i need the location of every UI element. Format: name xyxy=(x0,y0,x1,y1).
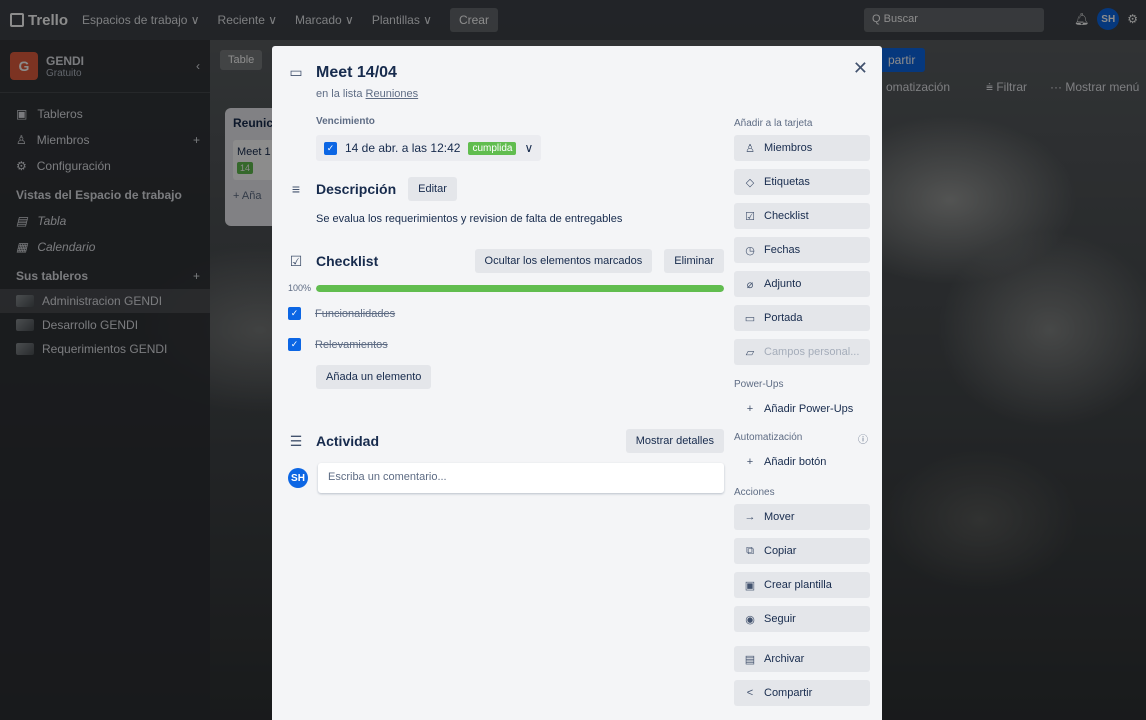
card-detail-modal: ✕ ▭ Meet 14/04 en la lista Reuniones Ven… xyxy=(272,46,882,720)
button-label: Mover xyxy=(764,511,795,523)
checklist-item-label[interactable]: Funcionalidades xyxy=(315,308,395,320)
info-icon[interactable]: ⓘ xyxy=(858,431,868,446)
due-date-control[interactable]: ✓ 14 de abr. a las 12:42 cumplida ∨ xyxy=(316,135,542,161)
powerups-label: Power-Ups xyxy=(734,379,784,390)
comment-input[interactable]: Escriba un comentario... xyxy=(318,463,724,493)
automation-title: Automatización xyxy=(734,432,803,443)
button-label: Portada xyxy=(764,312,803,324)
progress-percent: 100% xyxy=(288,283,312,293)
activity-section: ☰ Actividad Mostrar detalles xyxy=(288,429,724,453)
card-list-info: en la lista Reuniones xyxy=(316,88,418,100)
checkbox-checked[interactable]: ✓ xyxy=(288,338,301,351)
archive-icon: ▤ xyxy=(744,653,756,666)
description-text[interactable]: Se evalua los requerimientos y revision … xyxy=(316,213,724,225)
paperclip-icon: ⌀ xyxy=(746,278,754,291)
fields-icon: ▱ xyxy=(745,346,755,359)
card-title[interactable]: Meet 14/04 xyxy=(316,64,418,82)
button-label: Añadir botón xyxy=(764,456,827,468)
checklist-button[interactable]: ☑ Checklist xyxy=(734,203,870,229)
checklist-icon: ☑ xyxy=(745,210,755,223)
button-label: Adjunto xyxy=(764,278,802,290)
actions-label: Acciones xyxy=(734,487,775,498)
comment-row: SH Escriba un comentario... xyxy=(288,463,724,493)
show-details-button[interactable]: Mostrar detalles xyxy=(625,429,724,453)
card-icon: ▭ xyxy=(289,63,303,80)
make-template-button[interactable]: ▣ Crear plantilla xyxy=(734,572,870,598)
arrow-right-icon: → xyxy=(744,511,756,523)
dates-button[interactable]: ◷ Fechas xyxy=(734,237,870,263)
card-side-column: Añadir a la tarjeta ♙ Miembros ◇ Etiquetas… xyxy=(734,112,870,714)
members-button[interactable]: ♙ Miembros xyxy=(734,135,870,161)
template-icon: ▣ xyxy=(744,579,756,592)
close-icon[interactable]: ✕ xyxy=(853,58,868,79)
attachment-button[interactable]: ⌀ Adjunto xyxy=(734,271,870,297)
due-complete-checkbox[interactable]: ✓ xyxy=(324,141,337,155)
description-title: Descripción xyxy=(316,181,397,197)
button-label: Fechas xyxy=(764,244,801,256)
button-label: Añadir Power-Ups xyxy=(764,403,854,415)
plus-icon: + xyxy=(746,403,754,415)
button-label: Etiquetas xyxy=(764,176,810,188)
due-status-badge: cumplida xyxy=(468,141,517,155)
card-main-column: Vencimiento ✓ 14 de abr. a las 12:42 cum… xyxy=(288,116,724,493)
comment-avatar: SH xyxy=(288,468,308,488)
progress-track xyxy=(316,284,724,292)
list-prefix: en la lista xyxy=(316,88,363,100)
button-label: Campos personal... xyxy=(764,346,860,358)
checklist-item[interactable]: ✓ Relevamientos xyxy=(288,338,724,351)
plus-icon: + xyxy=(746,456,754,468)
button-label: Seguir xyxy=(764,613,796,625)
activity-icon: ☰ xyxy=(289,432,303,449)
list-link[interactable]: Reuniones xyxy=(366,88,419,100)
automation-label: Automatización ⓘ xyxy=(734,431,870,446)
checklist-icon: ☑ xyxy=(289,252,303,269)
tag-icon: ◇ xyxy=(745,176,755,189)
button-label: Miembros xyxy=(764,142,813,154)
card-header: ▭ Meet 14/04 en la lista Reuniones xyxy=(288,63,418,101)
archive-button[interactable]: ▤ Archivar xyxy=(734,646,870,672)
cover-button[interactable]: ▭ Portada xyxy=(734,305,870,331)
button-label: Archivar xyxy=(764,653,805,665)
checklist-section: ☑ Checklist Ocultar los elementos marcad… xyxy=(288,249,724,273)
labels-button[interactable]: ◇ Etiquetas xyxy=(734,169,870,195)
checklist-item-label[interactable]: Relevamientos xyxy=(315,339,388,351)
watch-button[interactable]: ◉ Seguir xyxy=(734,606,870,632)
button-label: Crear plantilla xyxy=(764,579,832,591)
add-button-button[interactable]: + Añadir botón xyxy=(734,449,870,475)
copy-button[interactable]: ⧉ Copiar xyxy=(734,538,870,564)
chevron-down-icon: ∨ xyxy=(524,141,534,155)
checkbox-checked[interactable]: ✓ xyxy=(288,307,301,320)
checklist-progress: 100% xyxy=(288,283,724,293)
eye-icon: ◉ xyxy=(745,613,755,626)
due-date-label: Vencimiento xyxy=(316,116,375,127)
button-label: Checklist xyxy=(764,210,809,222)
share-card-button[interactable]: < Compartir xyxy=(734,680,870,706)
description-icon: ≡ xyxy=(291,181,301,197)
hide-checked-button[interactable]: Ocultar los elementos marcados xyxy=(474,249,653,273)
button-label: Compartir xyxy=(764,687,813,699)
share-icon: < xyxy=(746,687,754,699)
add-powerups-button[interactable]: + Añadir Power-Ups xyxy=(734,396,870,422)
person-icon: ♙ xyxy=(745,142,755,155)
checklist-title[interactable]: Checklist xyxy=(316,253,378,269)
button-label: Copiar xyxy=(764,545,797,557)
edit-description-button[interactable]: Editar xyxy=(408,177,457,201)
copy-icon: ⧉ xyxy=(746,544,754,557)
description-section: ≡ Descripción Editar xyxy=(288,177,724,201)
cover-icon: ▭ xyxy=(744,312,756,325)
add-checklist-item-button[interactable]: Añada un elemento xyxy=(316,365,432,389)
due-date-text: 14 de abr. a las 12:42 xyxy=(345,141,461,155)
move-button[interactable]: → Mover xyxy=(734,504,870,530)
clock-icon: ◷ xyxy=(745,244,755,257)
add-to-card-label: Añadir a la tarjeta xyxy=(734,118,813,129)
checklist-item[interactable]: ✓ Funcionalidades xyxy=(288,307,724,320)
activity-title: Actividad xyxy=(316,433,380,449)
progress-fill xyxy=(316,284,724,292)
delete-checklist-button[interactable]: Eliminar xyxy=(664,249,724,273)
custom-fields-button[interactable]: ▱ Campos personal... xyxy=(734,339,870,365)
